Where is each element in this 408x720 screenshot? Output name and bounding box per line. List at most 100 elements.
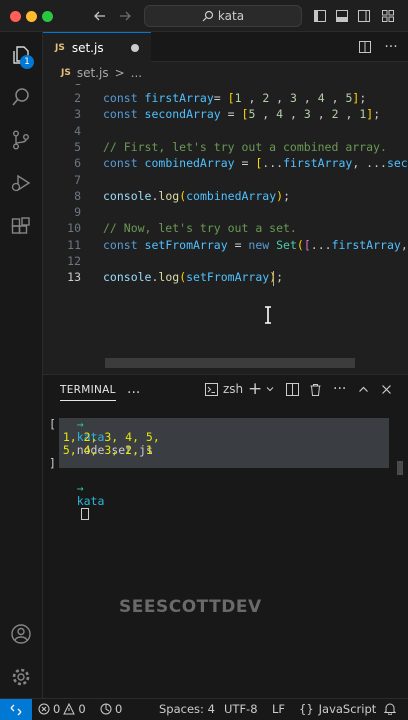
code-line: 11 const setFromArray = new Set([...first… <box>43 237 408 253</box>
toggle-panel-icon[interactable] <box>332 6 352 26</box>
code-line: 4 <box>43 123 408 139</box>
line-number: 6 <box>74 156 81 171</box>
terminal-scrollbar[interactable] <box>397 461 403 475</box>
line-code: console.log(setFromArray); <box>103 269 283 285</box>
code-token: // Now, let's try out a set. <box>103 221 297 236</box>
line-number: 9 <box>74 205 81 220</box>
code-token: 2 <box>331 107 339 122</box>
source-control-icon[interactable] <box>8 127 34 153</box>
code-token: combinedArray <box>186 188 277 203</box>
toggle-secondary-sidebar-icon[interactable] <box>354 6 374 26</box>
breadcrumb-file[interactable]: set.js <box>77 66 109 80</box>
tab-set-js[interactable]: JS set.js <box>43 32 151 62</box>
line-number: 2 <box>74 91 81 105</box>
forward-arrow-icon[interactable] <box>115 6 135 26</box>
code-token: ... <box>310 237 332 252</box>
command-center-search[interactable]: kata <box>144 5 302 27</box>
line-number: 12 <box>67 254 81 268</box>
tab-terminal[interactable]: TERMINAL <box>60 379 116 401</box>
more-actions-icon[interactable]: ··· <box>333 379 346 399</box>
line-code: // First, let's try out a combined array… <box>103 139 387 155</box>
terminal-prompt-line: → kata <box>49 469 104 534</box>
customize-layout-icon[interactable] <box>378 6 398 26</box>
close-window-button[interactable] <box>10 11 21 22</box>
activity-bar: 1 <box>0 32 43 698</box>
code-line: 2 const firstArray= [1 , 2 , 3 , 4 , 5]; <box>43 90 408 106</box>
more-actions-icon[interactable]: ··· <box>381 37 401 57</box>
explorer-badge: 1 <box>20 55 34 69</box>
line-code: const combinedArray = [...firstArray, ..… <box>103 155 408 171</box>
line-number: 7 <box>74 172 81 187</box>
maximize-panel-icon[interactable] <box>358 379 369 399</box>
horizontal-scrollbar[interactable] <box>105 358 355 368</box>
search-icon[interactable] <box>8 84 34 110</box>
toggle-sidebar-icon[interactable] <box>310 6 330 26</box>
eol-status[interactable]: LF <box>272 702 285 716</box>
breadcrumb-separator: > <box>114 66 125 80</box>
code-line: 5 // First, let's try out a combined arra… <box>43 139 408 155</box>
code-token: const <box>103 91 145 105</box>
extensions-icon[interactable] <box>8 214 34 240</box>
gear-icon[interactable] <box>8 664 34 690</box>
unsaved-dot-icon[interactable] <box>131 44 139 52</box>
code-token: = <box>213 91 228 105</box>
code-token: , <box>324 91 346 105</box>
code-token: , <box>338 107 360 122</box>
ports-icon <box>100 703 112 715</box>
line-code: const secondArray = [5 , 4 , 3 , 2 , 1]; <box>103 106 380 122</box>
code-token: ; <box>359 91 367 105</box>
error-icon <box>38 703 50 715</box>
error-count: 0 <box>53 702 61 716</box>
code-token: secondArray <box>386 156 408 171</box>
code-token: Set <box>276 237 297 252</box>
code-token: [ <box>227 91 235 105</box>
warning-count: 0 <box>78 702 86 716</box>
code-token: 1 <box>234 91 242 105</box>
terminal-output-line: 5, 4, 3, 2, 1 <box>49 443 153 457</box>
encoding-status[interactable]: UTF-8 <box>224 702 258 716</box>
line-number: 3 <box>74 107 81 122</box>
chevron-down-icon[interactable] <box>265 379 275 399</box>
line-number: 4 <box>74 123 81 138</box>
remote-indicator[interactable] <box>0 699 32 720</box>
warning-icon <box>63 703 76 715</box>
editor-tab-bar: JS set.js ··· <box>43 32 408 62</box>
maximize-window-button[interactable] <box>42 11 53 22</box>
split-terminal-icon[interactable] <box>286 379 299 399</box>
code-line: 9 <box>43 204 408 220</box>
prompt-directory: kata <box>76 494 105 508</box>
code-editor[interactable]: 1 2const firstArray= [1 , 2 , 3 , 4 , 5]… <box>43 84 408 374</box>
shell-selector[interactable]: zsh <box>205 379 243 399</box>
language-status[interactable]: {} JavaScript <box>299 702 376 716</box>
title-bar: kata <box>0 0 408 32</box>
code-token: log <box>158 270 180 285</box>
code-token: 4 <box>317 91 325 105</box>
code-token: ; <box>276 270 284 285</box>
panel-more-icon[interactable]: ... <box>127 379 140 399</box>
watermark-text: SEESCOTTDEV <box>119 597 262 617</box>
indentation-status[interactable]: Spaces: 4 <box>159 702 215 716</box>
ports-count: 0 <box>115 702 123 716</box>
code-line: 3 const secondArray = [5 , 4 , 3 , 2 , 1]… <box>43 106 408 122</box>
code-token: 3 <box>303 107 311 122</box>
split-editor-icon[interactable] <box>355 37 375 57</box>
problems-status[interactable]: 0 0 <box>38 702 86 716</box>
close-panel-icon[interactable] <box>381 379 392 399</box>
ports-status[interactable]: 0 <box>100 702 122 716</box>
line-number: 5 <box>74 139 81 154</box>
line-number: 10 <box>67 221 81 236</box>
terminal-panel: TERMINAL ... zsh + ··· → kata node set.j… <box>43 374 408 698</box>
remote-icon <box>10 704 22 716</box>
code-token: secondArray <box>144 107 221 122</box>
account-icon[interactable] <box>8 621 34 647</box>
tab-label: set.js <box>71 40 104 55</box>
back-arrow-icon[interactable] <box>90 6 110 26</box>
new-terminal-plus-icon[interactable]: + <box>248 379 262 399</box>
notifications-bell-icon[interactable] <box>383 702 397 718</box>
trash-icon[interactable] <box>309 379 322 399</box>
run-debug-icon[interactable] <box>8 170 34 196</box>
breadcrumb-more[interactable]: ... <box>131 66 142 80</box>
line-code: // Now, let's try out a set. <box>103 220 297 236</box>
code-token: const <box>103 156 145 171</box>
minimize-window-button[interactable] <box>26 11 37 22</box>
